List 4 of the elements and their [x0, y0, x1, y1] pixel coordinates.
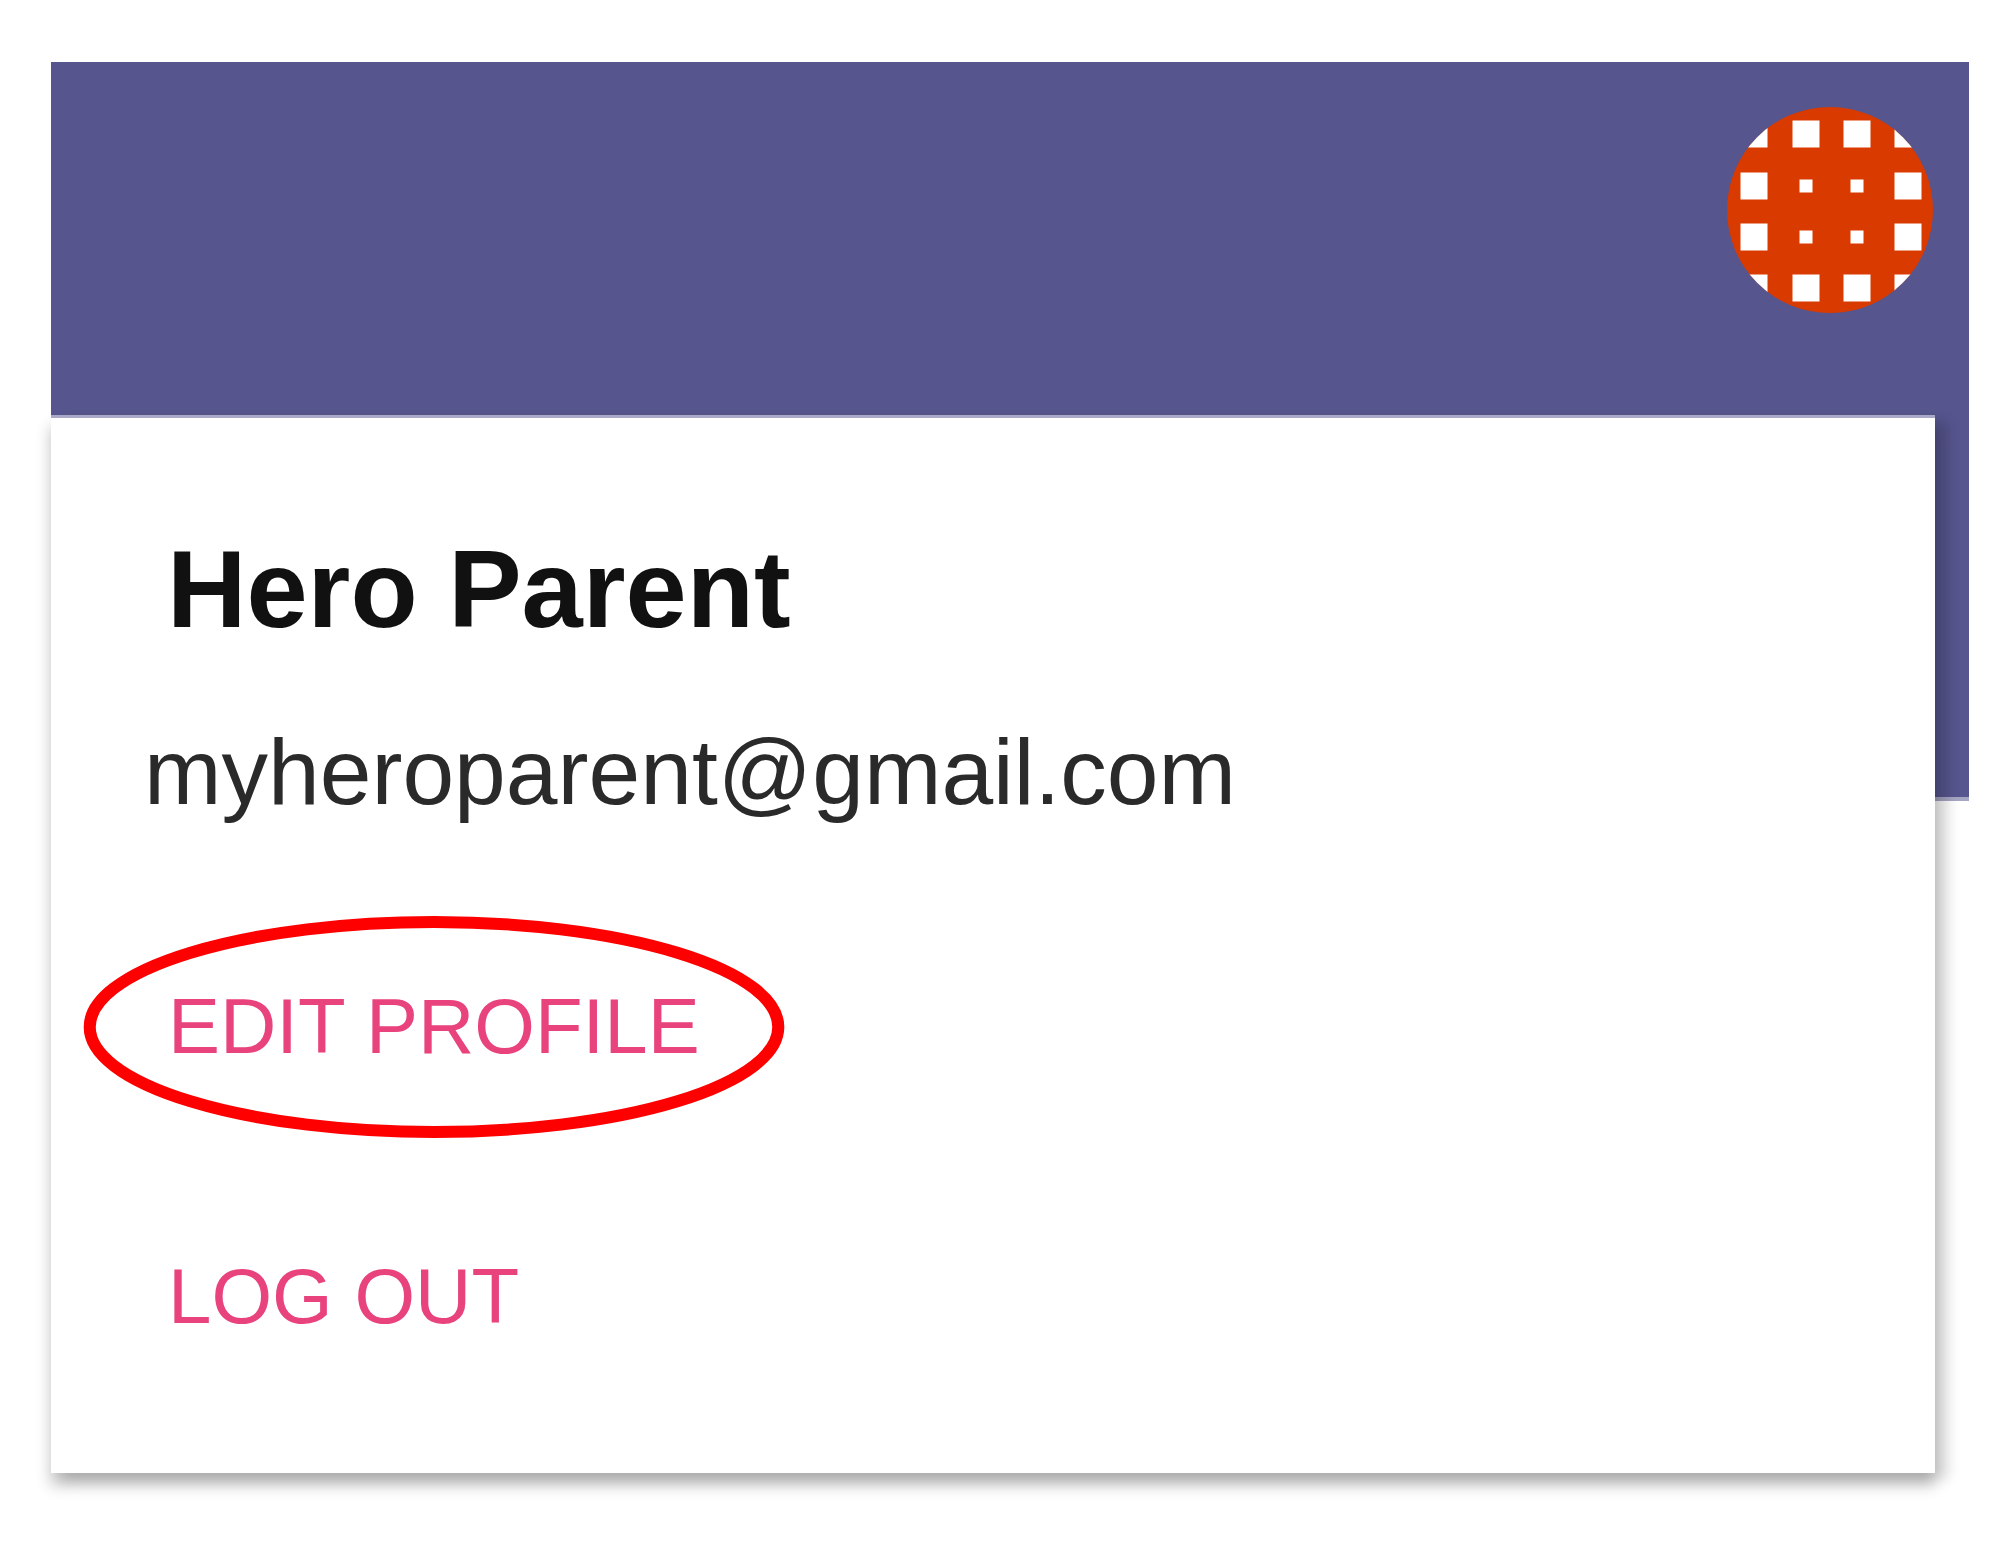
avatar-icon[interactable] — [1727, 107, 1933, 313]
user-email: myheroparent@gmail.com — [144, 718, 1236, 826]
menu-item[interactable]: LOG OUT — [168, 1243, 520, 1350]
user-name: Hero Parent — [167, 526, 791, 652]
